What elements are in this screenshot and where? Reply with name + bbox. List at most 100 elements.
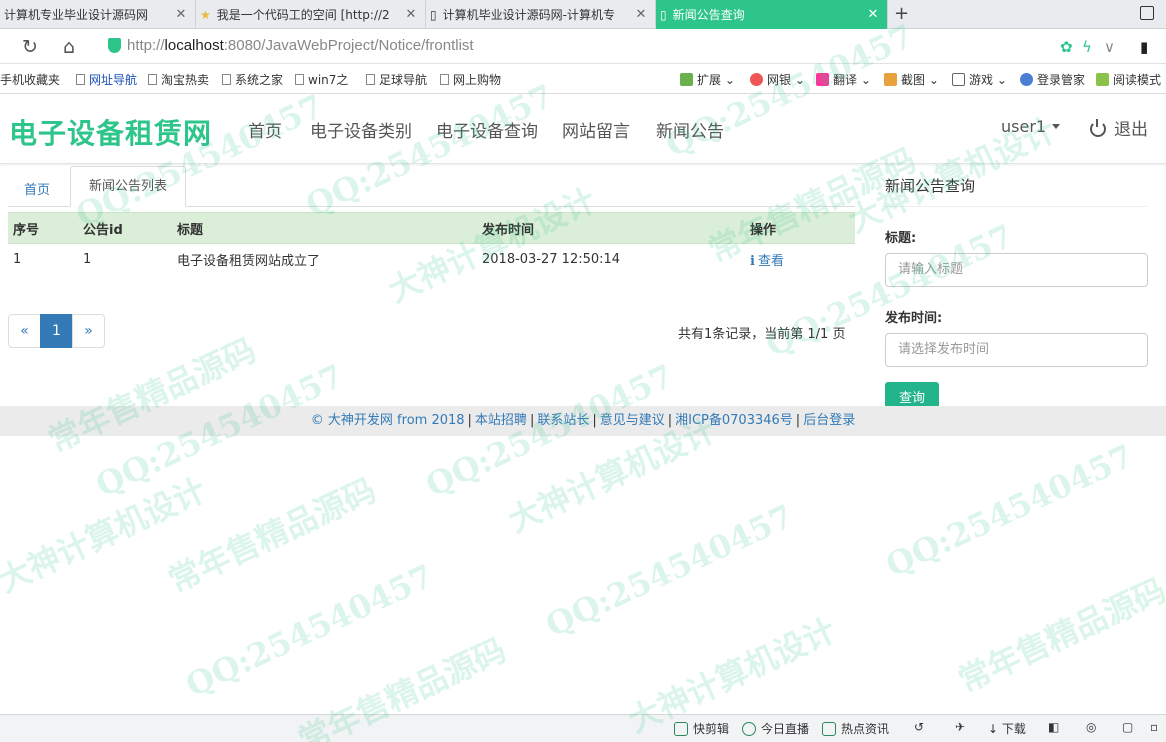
bookmark-item[interactable]: 手机收藏夹: [0, 71, 60, 88]
zoom-icon[interactable]: ▫: [1150, 720, 1158, 734]
window-restore-icon[interactable]: [1140, 6, 1154, 20]
watermark-text: 常年售精品源码: [952, 570, 1166, 700]
watermark-text: QQ:254540457: [180, 556, 439, 705]
page-icon: [440, 74, 449, 85]
play-icon: [742, 722, 756, 736]
download-button[interactable]: ↓ 下载: [988, 720, 1026, 737]
caret-down-icon: [1052, 124, 1061, 129]
cell-action: i 查看: [745, 244, 855, 276]
footer-link-contact[interactable]: 联系站长: [537, 413, 589, 428]
browser-tab-1[interactable]: 计算机专业毕业设计源码网 ✕: [0, 0, 196, 29]
nav-device-categories[interactable]: 电子设备类别: [310, 117, 412, 142]
games-menu[interactable]: 游戏 ⌄: [952, 71, 1007, 88]
bank-menu[interactable]: 网银 ⌄: [750, 71, 805, 88]
login-manager[interactable]: 登录管家: [1020, 71, 1085, 88]
live-button[interactable]: 今日直播: [742, 720, 809, 737]
quick-edit-button[interactable]: 快剪辑: [674, 720, 729, 737]
page-icon: [222, 74, 231, 85]
screenshot-menu[interactable]: 截图 ⌄: [884, 71, 939, 88]
url-host: localhost: [164, 37, 224, 54]
page-icon: ▯: [430, 7, 437, 22]
browser-tab-title: 我是一个代码工的空间 [http://2: [216, 8, 390, 22]
bookmark-item[interactable]: win7之: [295, 71, 348, 88]
page-button-current[interactable]: 1: [40, 314, 73, 348]
bookmark-item[interactable]: 网址导航: [76, 71, 137, 88]
refresh-icon[interactable]: ↺: [914, 720, 924, 734]
video-edit-icon: [674, 722, 688, 736]
new-tab-button[interactable]: +: [894, 3, 909, 24]
publish-time-input[interactable]: 请选择发布时间: [885, 333, 1148, 367]
reading-mode[interactable]: 阅读模式: [1096, 71, 1161, 88]
bookmark-item[interactable]: 足球导航: [366, 71, 427, 88]
bank-icon: [750, 73, 763, 86]
page-icon: ▯: [660, 7, 667, 22]
page-icon: [366, 74, 375, 85]
footer-link-jobs[interactable]: 本站招聘: [475, 413, 527, 428]
news-icon: [822, 722, 836, 736]
mobile-icon[interactable]: ▮: [1140, 38, 1148, 56]
browser-tab-3[interactable]: ▯ 计算机毕业设计源码网-计算机专 ✕: [426, 0, 656, 29]
footer-link-icp[interactable]: 湘ICP备0703346号: [675, 413, 793, 428]
mute-icon[interactable]: ◧: [1048, 720, 1059, 734]
star-icon: ★: [200, 7, 211, 22]
nav-messages[interactable]: 网站留言: [562, 117, 630, 142]
watermark-text: QQ:254540457: [880, 436, 1139, 585]
security-shield-icon: [108, 38, 121, 53]
next-page-button[interactable]: »: [72, 314, 105, 348]
nav-home[interactable]: 首页: [248, 117, 282, 142]
accelerate-icon[interactable]: ✿: [1060, 38, 1073, 56]
search-panel-title: 新闻公告查询: [885, 166, 1148, 207]
logout-button[interactable]: 退出: [1090, 115, 1148, 140]
bookmark-item[interactable]: 系统之家: [222, 71, 283, 88]
footer-link-admin-login[interactable]: 后台登录: [803, 413, 855, 428]
close-tab-icon[interactable]: ✕: [403, 7, 419, 22]
gamepad-icon: [952, 73, 965, 86]
bookmark-item[interactable]: 淘宝热卖: [148, 71, 209, 88]
column-header: 发布时间: [477, 212, 745, 244]
prev-page-button[interactable]: «: [8, 314, 41, 348]
view-link[interactable]: i 查看: [750, 254, 784, 269]
breadcrumb-home-link[interactable]: 首页: [24, 179, 50, 198]
browser-tab-2[interactable]: ★ 我是一个代码工的空间 [http://2 ✕: [196, 0, 426, 29]
window-icon[interactable]: ▢: [1122, 720, 1133, 734]
notice-table: 序号 公告id 标题 发布时间 操作 1 1 电子设备租赁网站成立了 2018-…: [8, 212, 855, 276]
logout-label: 退出: [1114, 120, 1148, 140]
bookmark-item[interactable]: 网上购物: [440, 71, 501, 88]
breadcrumb-current-tab[interactable]: 新闻公告列表: [70, 166, 186, 207]
footer-link-feedback[interactable]: 意见与建议: [600, 413, 665, 428]
close-tab-icon[interactable]: ✕: [173, 7, 189, 22]
column-header: 公告id: [78, 212, 172, 244]
site-brand[interactable]: 电子设备租赁网: [9, 112, 212, 152]
translate-icon: [816, 73, 829, 86]
url-path: :8080/JavaWebProject/Notice/frontlist: [223, 37, 474, 54]
scissors-icon: [884, 73, 897, 86]
nav-news[interactable]: 新闻公告: [656, 117, 724, 142]
close-tab-icon[interactable]: ✕: [865, 7, 881, 22]
footer-separator: |: [795, 413, 801, 428]
title-label: 标题:: [885, 231, 917, 246]
browser-icon[interactable]: ◎: [1086, 720, 1096, 734]
table-header-row: 序号 公告id 标题 发布时间 操作: [8, 212, 855, 244]
title-input[interactable]: 请输入标题: [885, 253, 1148, 287]
dropdown-icon[interactable]: ∨: [1104, 38, 1115, 56]
nav-device-search[interactable]: 电子设备查询: [436, 117, 538, 142]
extension-menu[interactable]: 扩展 ⌄: [680, 71, 735, 88]
cell-index: 1: [13, 252, 22, 268]
footer-copyright[interactable]: © 大神开发网 from 2018: [311, 413, 465, 428]
hot-news-button[interactable]: 热点资讯: [822, 720, 889, 737]
watermark-text: QQ:254540457: [540, 496, 799, 645]
footer-separator: |: [529, 413, 535, 428]
user-dropdown[interactable]: user1: [1001, 117, 1061, 136]
record-count-info: 共有1条记录，当前第 1/1 页: [678, 327, 846, 342]
bookmarks-bar: 手机收藏夹 网址导航 淘宝热卖 系统之家 win7之 足球导航 网上购物 扩展 …: [0, 64, 1166, 94]
browser-tab-active[interactable]: ▯ 新闻公告查询 ✕: [656, 0, 888, 29]
url-field[interactable]: http://localhost:8080/JavaWebProject/Not…: [127, 37, 474, 54]
close-tab-icon[interactable]: ✕: [633, 7, 649, 22]
lightning-icon[interactable]: ϟ: [1082, 38, 1092, 56]
breadcrumb: 首页 新闻公告列表: [8, 166, 855, 207]
download-icon: ↓: [988, 722, 999, 736]
translate-menu[interactable]: 翻译 ⌄: [816, 71, 871, 88]
pin-icon[interactable]: ✈: [955, 720, 965, 734]
home-icon[interactable]: ⌂: [63, 36, 75, 58]
reload-icon[interactable]: ↻: [22, 36, 38, 58]
